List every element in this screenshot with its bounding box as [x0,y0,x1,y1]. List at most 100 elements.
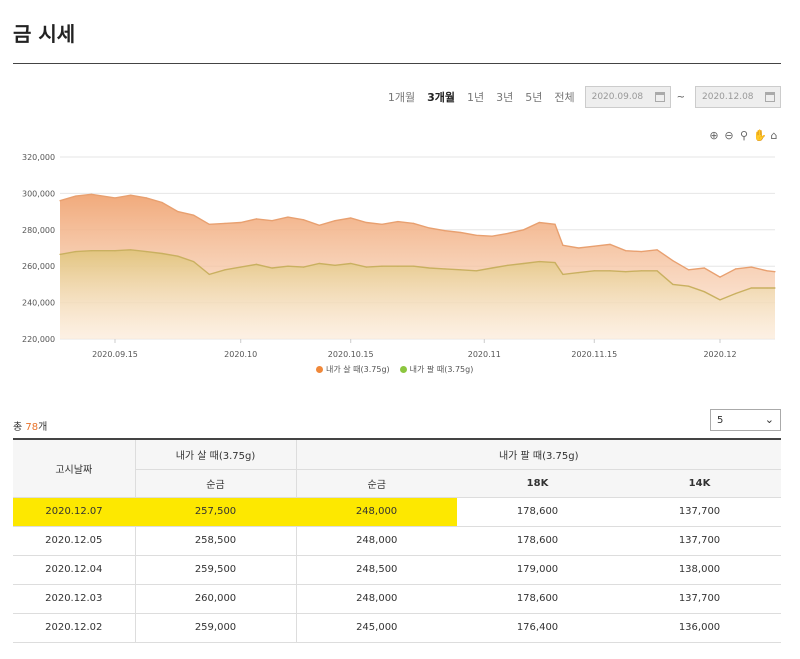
data-point [224,222,226,224]
cell-date: 2020.12.02 [13,613,135,643]
y-tick-label: 300,000 [22,189,55,198]
period-all[interactable]: 전체 [554,89,574,105]
y-tick-label: 220,000 [22,335,55,344]
cell-14k: 137,700 [618,526,781,556]
cell-18k: 178,600 [457,584,618,614]
data-point [750,287,753,289]
col-buy-pure: 순금 [134,469,296,498]
data-point [640,251,643,253]
x-tick-label: 2020.11.15 [571,350,617,359]
magnify-icon[interactable]: ⚲ [738,130,750,142]
data-point [609,270,611,272]
col-sell-pure: 순금 [295,469,457,498]
cell-sell: 248,000 [296,497,457,527]
data-point [538,261,540,263]
data-point [444,268,446,270]
data-point [350,262,352,265]
cell-sell: 245,000 [295,613,457,643]
data-point [766,287,768,289]
data-point [161,252,163,255]
data-point [350,217,352,219]
data-point [578,272,580,274]
data-point [303,266,305,268]
x-tick-label: 2020.09.15 [92,350,138,359]
cell-date: 2020.12.05 [13,526,135,556]
data-point [75,195,77,197]
page-size-value: 5 [717,414,724,426]
cell-18k: 179,000 [457,555,618,585]
end-date-field[interactable]: 2020.12.08 [695,86,781,108]
calendar-icon[interactable] [765,92,775,102]
data-point [208,273,210,275]
data-point [177,211,179,213]
legend-item-sell[interactable]: 내가 팔 때(3.75g) [399,364,474,375]
cell-date: 2020.12.07 [13,497,135,527]
data-point [507,264,509,266]
data-point [397,265,399,267]
data-point [523,229,525,231]
home-icon[interactable]: ⌂ [768,130,780,142]
page-size-select[interactable]: 5 ⌄ [710,409,781,431]
data-point [240,221,242,224]
data-point [593,270,595,272]
data-point [428,227,430,229]
data-point [688,269,690,271]
zoom-in-icon[interactable]: ⊕ [708,130,720,142]
data-point [303,219,305,221]
y-tick-label: 240,000 [22,299,55,308]
data-point [255,263,257,265]
calendar-icon[interactable] [654,92,665,102]
date-separator: ~ [676,91,685,103]
pan-hand-icon[interactable]: ✋ [753,130,767,142]
data-point [271,267,273,269]
data-point [193,261,195,263]
data-point [554,223,556,225]
period-3-months[interactable]: 3개월 [427,89,455,105]
data-point [114,250,116,252]
gold-price-chart: 220,000 240,000 260,000 280,000 300,000 320,0… [22,153,776,359]
data-point [766,270,768,272]
cell-buy: 260,000 [134,584,296,614]
data-point [656,270,658,272]
period-5-years[interactable]: 5년 [525,89,542,105]
data-point [255,218,257,220]
data-point [640,270,643,272]
cell-sell: 248,500 [295,555,457,585]
zoom-out-icon[interactable]: ⊖ [723,130,735,142]
start-date-field[interactable]: 2020.09.08 [584,86,671,108]
table-row: 2020.12.04 259,500 248,500 179,000 138,0… [13,555,781,585]
data-point [460,231,462,234]
data-point [491,235,493,237]
data-point [538,221,540,224]
page-title: 금 시세 [13,22,76,46]
chart-toolbar: ⊕ ⊖ ⚲ ✋ ⌂ [708,130,780,142]
data-point [130,194,132,196]
legend-item-buy[interactable]: 내가 살 때(3.75g) [316,364,390,375]
cell-date: 2020.12.03 [13,584,135,614]
col-14k: 14K [618,469,781,498]
data-point [59,253,61,255]
data-point [444,230,446,232]
col-18k: 18K [457,469,618,498]
cell-sell: 248,000 [295,526,457,556]
period-selector: 1개월 3개월 1년 3년 5년 전체 2020.09.08 ~ 2020.12… [376,86,781,108]
data-point [672,260,674,262]
data-point [90,193,92,195]
legend-dot-buy [316,366,323,373]
cell-buy: 259,500 [134,555,296,585]
data-point [578,247,580,249]
table-row: 2020.12.05 258,500 248,000 178,600 137,7… [13,526,781,556]
legend-label-sell: 내가 팔 때(3.75g) [409,365,474,374]
y-tick-label: 280,000 [22,226,55,235]
data-point [287,265,289,267]
data-point [318,262,320,265]
data-point [145,197,147,199]
period-1-month[interactable]: 1개월 [388,89,415,105]
data-point [240,266,242,268]
period-3-years[interactable]: 3년 [496,89,513,105]
period-1-year[interactable]: 1년 [467,89,484,105]
data-point [130,249,132,251]
col-date-header: 고시날짜 [13,439,135,498]
col-buy-header: 내가 살 때(3.75g) [134,439,296,470]
data-point [593,245,595,247]
